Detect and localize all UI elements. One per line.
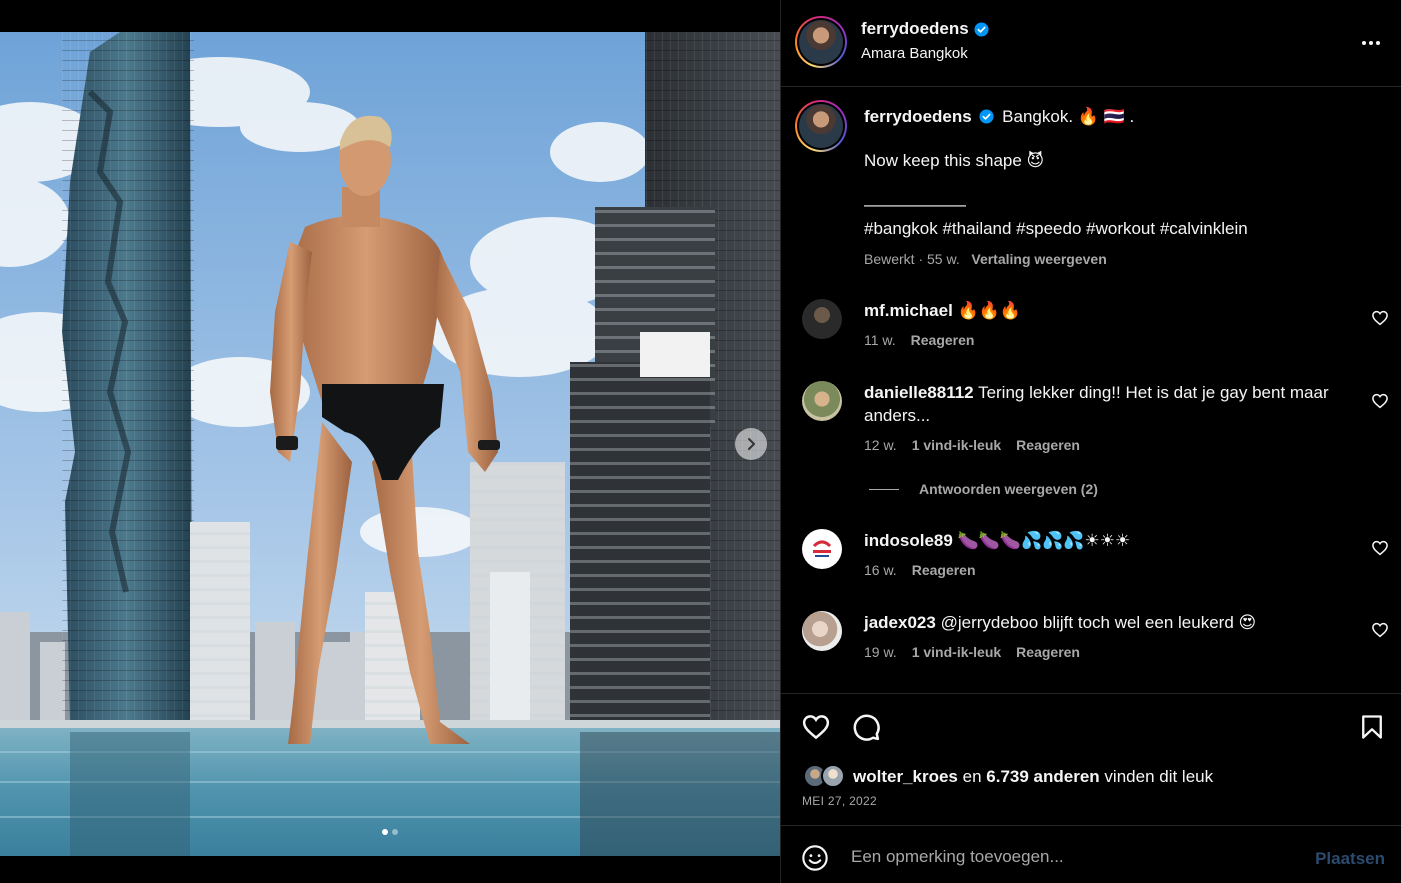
- liked-by-others[interactable]: 6.739 anderen: [986, 767, 1099, 787]
- comment-content: 🔥🔥🔥: [957, 301, 1022, 320]
- author-avatar[interactable]: [795, 16, 847, 68]
- comment-likes[interactable]: 1 vind-ik-leuk: [912, 644, 1001, 660]
- comment-age: 19 w.: [864, 644, 897, 660]
- commenter-username[interactable]: indosole89: [864, 531, 953, 550]
- commenter-avatar[interactable]: [802, 529, 842, 569]
- caption-line-2: Now keep this shape 😈: [864, 151, 1045, 170]
- comment-meta: 16 w. Reageren: [864, 562, 976, 578]
- heart-icon[interactable]: [1371, 539, 1389, 557]
- chevron-right-icon: [748, 438, 755, 450]
- caption-username[interactable]: ferrydoedens: [864, 107, 972, 126]
- comment-text: jadex023 @jerrydeboo blijft toch wel een…: [864, 611, 1344, 634]
- reply-button[interactable]: Reageren: [912, 562, 976, 578]
- post-date[interactable]: MEI 27, 2022: [802, 794, 877, 808]
- commenter-avatar[interactable]: [802, 611, 842, 651]
- comment-text: indosole89 🍆🍆🍆💦💦💦☀☀☀: [864, 529, 1344, 552]
- caption-line-1: Bangkok. 🔥 🇹🇭 .: [1002, 107, 1135, 126]
- caption-hashtags[interactable]: #bangkok #thailand #speedo #workout #cal…: [864, 218, 1364, 240]
- comment-meta: 19 w. 1 vind-ik-leuk Reageren: [864, 644, 1080, 660]
- post-comment-button[interactable]: Plaatsen: [1315, 849, 1385, 869]
- liked-by: wolter_kroes en 6.739 anderen vinden dit…: [803, 764, 1213, 790]
- liked-by-connector: en: [962, 767, 982, 786]
- commenter-avatar[interactable]: [802, 381, 842, 421]
- carousel-next-button[interactable]: [735, 428, 767, 460]
- comment-likes[interactable]: 1 vind-ik-leuk: [912, 437, 1001, 453]
- post-sidebar: ferrydoedens Amara Bangkok ferrydoedens: [780, 0, 1401, 883]
- heart-icon[interactable]: [1371, 392, 1389, 410]
- comment-icon[interactable]: [851, 712, 881, 742]
- reply-button[interactable]: Reageren: [1016, 437, 1080, 453]
- bangkok-rooftop-photo: [0, 32, 780, 856]
- post-media: [0, 0, 780, 883]
- view-replies-label: Antwoorden weergeven (2): [919, 481, 1098, 497]
- commenter-username[interactable]: jadex023: [864, 613, 936, 632]
- verified-badge-icon: [979, 109, 994, 124]
- translate-link[interactable]: Vertaling weergeven: [971, 251, 1106, 267]
- reply-button[interactable]: Reageren: [911, 332, 975, 348]
- view-replies-button[interactable]: Antwoorden weergeven (2): [869, 481, 1098, 497]
- comment-input[interactable]: [851, 840, 1291, 874]
- comment-age: 16 w.: [864, 562, 897, 578]
- caption-avatar[interactable]: [795, 100, 847, 152]
- like-heart-icon[interactable]: [801, 712, 831, 742]
- post-header: ferrydoedens Amara Bangkok: [781, 0, 1401, 87]
- more-options-icon[interactable]: [1359, 33, 1383, 53]
- carousel-dot-active: [382, 829, 388, 835]
- commenter-username[interactable]: danielle88112: [864, 383, 974, 402]
- heart-icon[interactable]: [1371, 621, 1389, 639]
- add-comment-bar: Plaatsen: [781, 825, 1401, 883]
- post-location[interactable]: Amara Bangkok: [861, 45, 968, 62]
- bookmark-icon[interactable]: [1358, 712, 1386, 742]
- author-username[interactable]: ferrydoedens: [861, 19, 969, 39]
- heart-icon[interactable]: [1371, 309, 1389, 327]
- comments-list[interactable]: ferrydoedens Bangkok. 🔥 🇹🇭 . Now keep th…: [781, 88, 1401, 693]
- post-photo[interactable]: [0, 32, 780, 856]
- comment-content: @jerrydeboo blijft toch wel een leukerd …: [940, 613, 1257, 632]
- reply-button[interactable]: Reageren: [1016, 644, 1080, 660]
- verified-badge-icon: [974, 21, 989, 37]
- carousel-indicator: [0, 829, 780, 835]
- comment-text: danielle88112 Tering lekker ding!! Het i…: [864, 381, 1344, 427]
- comment-age: 12 w.: [864, 437, 897, 453]
- comment-text: mf.michael 🔥🔥🔥: [864, 299, 1344, 322]
- replies-divider: [869, 488, 899, 490]
- liked-by-suffix: vinden dit leuk: [1104, 767, 1214, 786]
- carousel-dot: [392, 829, 398, 835]
- commenter-username[interactable]: mf.michael: [864, 301, 953, 320]
- post-actions: wolter_kroes en 6.739 anderen vinden dit…: [781, 693, 1401, 825]
- comment-meta: 11 w. Reageren: [864, 332, 974, 348]
- comment-meta: 12 w. 1 vind-ik-leuk Reageren: [864, 437, 1080, 453]
- caption-line-3: ——————: [864, 195, 966, 214]
- emoji-icon[interactable]: [801, 844, 829, 872]
- comment-content: 🍆🍆🍆💦💦💦☀☀☀: [957, 531, 1131, 550]
- comment-age: 11 w.: [864, 332, 896, 348]
- asean-logo-icon: [812, 540, 832, 557]
- caption-edited: Bewerkt · 55 w.: [864, 251, 960, 267]
- commenter-avatar[interactable]: [802, 299, 842, 339]
- caption-meta: Bewerkt · 55 w. Vertaling weergeven: [864, 248, 1364, 270]
- liked-by-user[interactable]: wolter_kroes: [853, 767, 958, 787]
- liker-avatars: [803, 764, 849, 790]
